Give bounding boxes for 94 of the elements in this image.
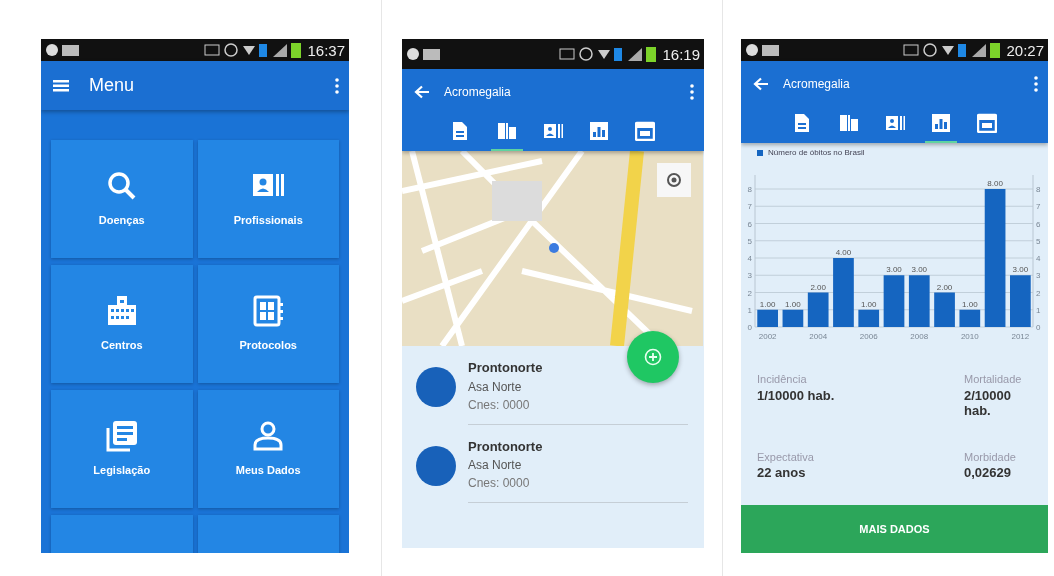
legend-label: Número de óbitos no Brasil	[768, 147, 865, 159]
x-tick-label: 2012	[1011, 332, 1030, 341]
add-circle-icon	[644, 348, 662, 366]
bar	[883, 275, 905, 327]
bar-value-label: 2.00	[810, 282, 826, 292]
place-name: Prontonorte	[468, 437, 544, 456]
building-icon	[105, 294, 138, 327]
y-tick-label: 6	[1036, 219, 1041, 229]
notification-icons-drawing	[45, 43, 81, 57]
status-time: 16:37	[307, 42, 345, 58]
menu-tile[interactable]: Protocolos	[197, 265, 339, 383]
bar-value-label: 3.00	[886, 265, 902, 275]
person-icon	[252, 419, 285, 452]
calendar-icon	[635, 121, 655, 141]
menu-tile[interactable]: Profissionais	[197, 140, 339, 258]
menu-tile[interactable]: Centros	[51, 265, 193, 383]
stat-value: 2/10000 hab.	[964, 387, 1012, 419]
menu-icon[interactable]	[53, 78, 69, 93]
bar-value-label: 3.00	[1012, 265, 1029, 275]
menu-tile[interactable]: Meus Dados	[197, 390, 339, 508]
more-options-icon[interactable]	[1034, 76, 1038, 92]
x-tick-label: 2006	[859, 332, 878, 341]
place-code: Cnes: 0000	[468, 475, 531, 492]
more-options-icon[interactable]	[335, 77, 339, 94]
y-tick-label: 7	[747, 202, 752, 212]
y-tick-label: 3	[747, 271, 752, 281]
menu-tile[interactable]: Doenças	[51, 140, 193, 258]
avatar-circle	[416, 445, 456, 486]
y-tick-label: 7	[1036, 202, 1041, 212]
bar-value-label: 8.00	[987, 179, 1003, 188]
map-book-icon	[497, 121, 517, 141]
bar-value-label: 4.00	[835, 248, 852, 257]
back-arrow-icon[interactable]	[753, 77, 769, 91]
place-area: Asa Norte	[468, 456, 688, 474]
place-area: Asa Norte	[468, 377, 688, 396]
bar-value-label: 1.00	[962, 299, 978, 309]
place-name: Prontonorte	[468, 359, 544, 377]
bar-value-label: 1.00	[860, 299, 877, 309]
bar-chart-icon	[589, 121, 609, 141]
y-tick-label: 1	[747, 305, 752, 315]
y-tick-label: 8	[747, 185, 752, 194]
status-time: 20:27	[1006, 42, 1044, 58]
bar	[1010, 275, 1031, 327]
app-bar-title: Menu	[89, 74, 136, 97]
bar	[807, 292, 829, 327]
stat-label: Mortalidade	[964, 372, 1023, 387]
stat-value: 22 anos	[757, 465, 807, 481]
bar	[908, 275, 930, 327]
back-arrow-icon[interactable]	[414, 85, 430, 99]
notification-icons-drawing	[406, 47, 442, 61]
bar-chart-icon	[930, 113, 951, 133]
x-tick-label: 2004	[809, 332, 828, 341]
y-tick-label: 1	[1036, 305, 1041, 315]
notebook-icon	[252, 294, 285, 327]
search-icon	[105, 169, 138, 202]
stat-label: Expectativa	[757, 449, 815, 465]
more-options-icon[interactable]	[690, 84, 694, 100]
more-data-button[interactable]: MAIS DADOS	[741, 505, 1048, 553]
y-tick-label: 3	[1036, 271, 1041, 281]
bar	[934, 292, 955, 327]
menu-tile[interactable]: Legislação	[51, 390, 193, 508]
bar-value-label: 1.00	[785, 299, 801, 309]
y-tick-label: 6	[747, 219, 752, 229]
y-tick-label: 2	[747, 288, 752, 298]
avatar-circle	[416, 367, 456, 407]
bar-value-label: 2.00	[936, 282, 953, 292]
y-tick-label: 4	[747, 254, 752, 263]
calendar-icon	[976, 113, 997, 133]
place-code: Cnes: 0000	[468, 396, 531, 414]
bar-value-label: 1.00	[759, 299, 776, 309]
notification-icons-drawing	[745, 43, 781, 57]
contact-card-icon	[543, 121, 563, 141]
stat-value: 1/10000 hab.	[757, 387, 836, 404]
y-tick-label: 8	[1036, 185, 1041, 194]
x-tick-label: 2010	[960, 332, 979, 341]
y-tick-label: 5	[1036, 236, 1041, 246]
x-tick-label: 2008	[910, 332, 929, 341]
y-tick-label: 2	[1036, 288, 1041, 298]
y-tick-label: 5	[747, 236, 752, 246]
y-tick-label: 0	[1036, 323, 1041, 332]
y-tick-label: 4	[1036, 254, 1041, 263]
stat-label: Incidência	[757, 372, 808, 387]
contact-card-icon	[884, 113, 905, 133]
status-time: 16:19	[662, 46, 700, 62]
x-tick-label: 2002	[758, 332, 777, 341]
stat-label: Morbidade	[964, 449, 1017, 465]
bar-value-label: 3.00	[911, 265, 928, 275]
app-bar-title: Acromegalia	[444, 84, 512, 101]
app-bar-title: Acromegalia	[783, 76, 851, 93]
y-tick-label: 0	[747, 323, 752, 332]
document-stack-icon	[105, 419, 138, 452]
map-book-icon	[838, 113, 859, 133]
bar	[833, 258, 854, 327]
stat-value: 0,02629	[964, 465, 1012, 481]
